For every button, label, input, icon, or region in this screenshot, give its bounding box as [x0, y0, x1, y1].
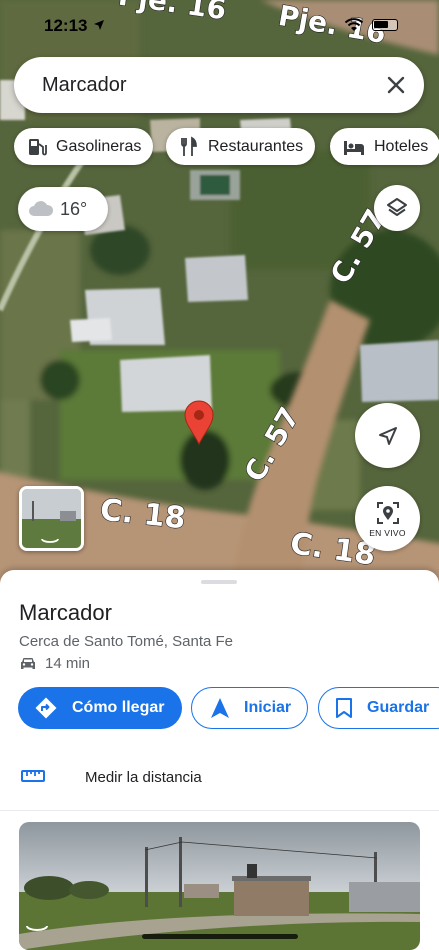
search-query[interactable]: Marcador [42, 74, 126, 97]
street-view-thumbnail[interactable] [19, 486, 84, 551]
wifi-icon [344, 18, 364, 31]
ruler-icon [21, 770, 45, 782]
directions-button[interactable]: Cómo llegar [18, 687, 182, 729]
bookmark-icon [336, 698, 352, 718]
street-view-photo[interactable] [19, 822, 420, 950]
navigation-arrow-icon [378, 426, 397, 445]
drive-time: 14 min [19, 655, 90, 672]
measure-distance-row[interactable]: Medir la distancia [0, 755, 439, 800]
measure-distance-label: Medir la distancia [85, 769, 202, 786]
satellite-map[interactable]: Pje. 16 Pje. 16 C. 57 C. 57 C. 18 C. 18 … [0, 0, 439, 600]
layers-icon [387, 198, 407, 216]
live-view-button[interactable]: EN VIVO [355, 486, 420, 551]
directions-icon [35, 697, 57, 719]
start-navigation-button[interactable]: Iniciar [191, 687, 308, 729]
directions-label: Cómo llegar [72, 699, 165, 716]
home-indicator [142, 934, 298, 939]
divider [0, 810, 439, 811]
status-bar: 12:13 [0, 0, 439, 50]
drag-handle[interactable] [201, 580, 237, 584]
hotel-icon [344, 140, 364, 155]
gas-station-icon [29, 138, 47, 155]
chip-label: Hoteles [374, 137, 429, 155]
place-sheet[interactable]: Marcador Cerca de Santo Tomé, Santa Fe 1… [0, 570, 439, 950]
chip-label: Gasolineras [56, 137, 142, 155]
chip-label: Restaurantes [208, 137, 304, 155]
car-icon [21, 658, 35, 669]
save-label: Guardar [367, 699, 430, 716]
battery-icon [372, 19, 398, 31]
weather-temperature: 16° [60, 198, 88, 219]
chip-gas-stations[interactable]: Gasolineras [14, 128, 154, 165]
live-view-label: EN VIVO [369, 527, 406, 538]
place-address: Cerca de Santo Tomé, Santa Fe [19, 633, 234, 650]
live-view-icon [376, 501, 399, 524]
restaurant-icon [181, 136, 197, 156]
save-button[interactable]: Guardar [318, 687, 439, 729]
layers-button[interactable] [374, 185, 420, 231]
chip-hotels[interactable]: Hoteles [330, 128, 439, 165]
close-icon[interactable] [384, 73, 408, 97]
navigation-arrow-icon [211, 698, 229, 718]
cloud-icon [29, 201, 54, 216]
place-title: Marcador [19, 600, 112, 625]
chip-restaurants[interactable]: Restaurantes [166, 128, 316, 165]
start-label: Iniciar [244, 699, 292, 716]
location-services-icon [94, 20, 104, 30]
status-time: 12:13 [44, 16, 88, 35]
location-pin-icon[interactable] [183, 400, 215, 446]
search-bar[interactable]: Marcador [14, 57, 424, 113]
drive-time-value: 14 min [45, 655, 91, 672]
weather-badge[interactable]: 16° [18, 187, 108, 231]
my-location-button[interactable] [355, 403, 420, 468]
